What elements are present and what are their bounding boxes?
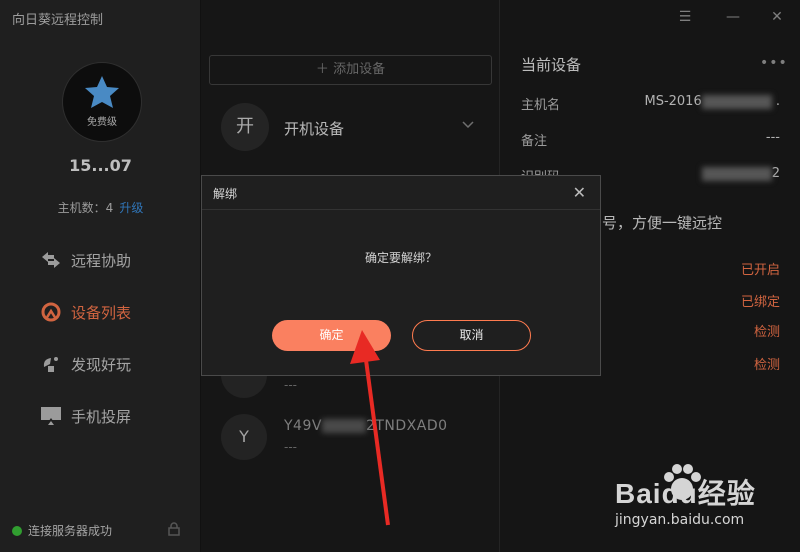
upgrade-link[interactable]: 升级	[119, 201, 143, 215]
device-name-prefix: Y49V	[284, 418, 322, 434]
device-avatar: Y	[221, 414, 267, 460]
id-code-text: 2	[771, 166, 780, 181]
nav-item-remote-assist[interactable]: 远程协助	[40, 245, 131, 275]
nav-item-screen-cast[interactable]: 手机投屏	[40, 401, 131, 431]
note-label: 备注	[521, 134, 548, 149]
remote-assist-icon	[40, 249, 62, 271]
unbind-dialog: 解绑 ✕ 确定要解绑？ 确定 取消	[201, 175, 601, 376]
device-list-icon	[40, 301, 62, 323]
more-icon[interactable]: •••	[760, 55, 788, 71]
menu-icon[interactable]: ☰	[678, 10, 692, 24]
nav-item-discover[interactable]: 发现好玩	[40, 349, 131, 379]
nav-item-device-list[interactable]: 设备列表	[40, 297, 131, 327]
discover-icon	[40, 353, 62, 375]
add-device-button[interactable]: ＋ 添加设备	[209, 55, 492, 85]
connection-status: 连接服务器成功	[12, 522, 112, 539]
user-id: 15...07	[69, 156, 132, 175]
device-note: ---	[284, 440, 297, 454]
annotation-arrow-icon	[350, 330, 390, 526]
avatar[interactable]: 免费级	[62, 62, 142, 142]
group-avatar: 开	[221, 103, 269, 151]
hostname-text: MS-2016	[644, 94, 702, 109]
check-link[interactable]: 检测	[754, 321, 780, 340]
nav-label: 设备列表	[71, 303, 132, 322]
hostname-label: 主机名	[521, 98, 561, 113]
note-value: ---	[765, 130, 780, 145]
hostname-value: MS-2016 .	[644, 94, 780, 109]
tier-label: 免费级	[87, 117, 117, 128]
plus-icon: ＋	[315, 62, 329, 77]
nav-label: 远程协助	[71, 251, 132, 270]
check-link[interactable]: 检测	[754, 354, 780, 373]
group-title[interactable]: 开机设备	[284, 118, 344, 139]
minimize-icon[interactable]: —	[726, 10, 740, 24]
cancel-button[interactable]: 取消	[412, 320, 531, 351]
star-icon	[85, 76, 119, 108]
nav-label: 手机投屏	[71, 407, 132, 426]
window-controls: ☰ — ✕	[500, 0, 800, 36]
app-title: 向日葵远程控制	[12, 13, 104, 28]
dialog-message: 确定要解绑？	[364, 251, 437, 265]
hosts-count: 主机数：4 升级	[0, 199, 201, 216]
watermark-logo: Baidu经验	[615, 478, 756, 509]
current-device-title: 当前设备	[521, 56, 582, 74]
dialog-title: 解绑	[213, 187, 238, 201]
baidu-watermark: Baidu经验 jingyan.baidu.com	[600, 462, 795, 542]
add-device-label: 添加设备	[333, 62, 386, 77]
status-enabled: 已开启	[740, 263, 780, 278]
status-text: 连接服务器成功	[28, 524, 113, 538]
screen-cast-icon	[40, 405, 62, 427]
id-code-value: 2	[701, 166, 780, 181]
close-icon[interactable]: ✕	[573, 183, 586, 202]
close-icon[interactable]: ✕	[770, 10, 784, 24]
online-dot-icon	[12, 525, 22, 536]
dialog-header: 解绑 ✕	[202, 176, 600, 210]
bind-tip: 号，方便一键远控	[602, 214, 723, 232]
sidebar: 向日葵远程控制 免费级 15...07 主机数：4 升级 远程协助 设备列表 发现…	[0, 0, 201, 552]
chevron-down-icon[interactable]	[461, 120, 475, 130]
watermark-url: jingyan.baidu.com	[615, 512, 745, 528]
redaction-blur	[701, 166, 772, 181]
device-note: ---	[284, 378, 297, 392]
lock-icon[interactable]	[168, 522, 180, 536]
status-bound[interactable]: 已绑定	[741, 291, 780, 310]
hosts-label: 主机数：4	[57, 201, 114, 215]
nav-label: 发现好玩	[71, 355, 132, 374]
redaction-blur	[701, 94, 772, 109]
